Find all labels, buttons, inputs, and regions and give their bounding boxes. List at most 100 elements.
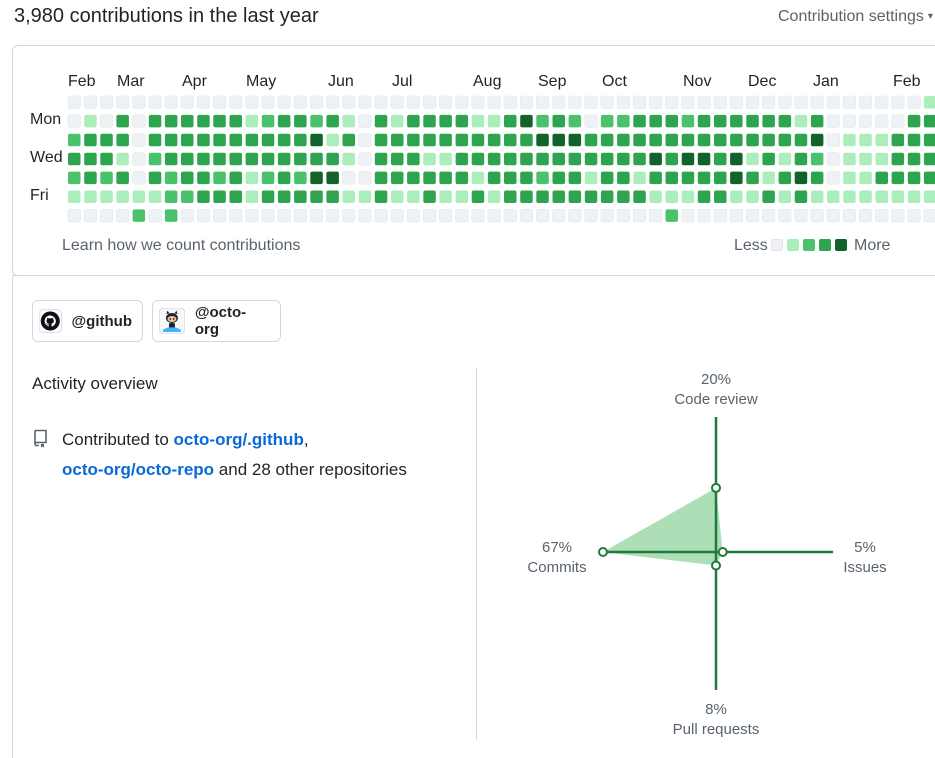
contribution-day-cell[interactable]	[277, 95, 291, 109]
contribution-day-cell[interactable]	[810, 209, 824, 223]
contribution-day-cell[interactable]	[310, 171, 323, 185]
contribution-day-cell[interactable]	[471, 95, 485, 109]
contribution-day-cell[interactable]	[907, 152, 921, 166]
contribution-day-cell[interactable]	[504, 190, 517, 204]
contribution-day-cell[interactable]	[487, 152, 501, 166]
contribution-day-cell[interactable]	[552, 114, 566, 128]
contribution-day-cell[interactable]	[827, 190, 840, 204]
contribution-day-cell[interactable]	[665, 152, 679, 166]
contribution-day-cell[interactable]	[116, 171, 129, 185]
contribution-day-cell[interactable]	[374, 114, 388, 128]
contribution-day-cell[interactable]	[342, 95, 356, 109]
contribution-day-cell[interactable]	[697, 152, 711, 166]
contribution-day-cell[interactable]	[309, 95, 324, 109]
contribution-day-cell[interactable]	[326, 152, 339, 166]
contribution-day-cell[interactable]	[294, 190, 307, 204]
repo-link-octo-repo[interactable]: octo-org/octo-repo	[62, 460, 214, 479]
contribution-day-cell[interactable]	[875, 114, 889, 128]
contribution-day-cell[interactable]	[261, 209, 275, 223]
contribution-day-cell[interactable]	[358, 209, 372, 223]
contribution-day-cell[interactable]	[600, 152, 614, 166]
contribution-day-cell[interactable]	[503, 209, 517, 223]
contribution-day-cell[interactable]	[826, 171, 840, 185]
contribution-day-cell[interactable]	[794, 95, 808, 109]
contribution-day-cell[interactable]	[504, 133, 517, 147]
contribution-day-cell[interactable]	[568, 209, 582, 223]
contribution-day-cell[interactable]	[245, 171, 259, 185]
contribution-day-cell[interactable]	[342, 114, 356, 128]
contribution-day-cell[interactable]	[875, 133, 889, 147]
contribution-day-cell[interactable]	[132, 171, 146, 185]
contribution-day-cell[interactable]	[535, 209, 550, 223]
contribution-day-cell[interactable]	[536, 152, 549, 166]
contribution-day-cell[interactable]	[730, 114, 743, 128]
contribution-day-cell[interactable]	[180, 209, 194, 223]
contribution-day-cell[interactable]	[681, 152, 695, 166]
contribution-day-cell[interactable]	[552, 190, 566, 204]
contribution-day-cell[interactable]	[697, 190, 711, 204]
contribution-day-cell[interactable]	[568, 133, 582, 147]
contribution-day-cell[interactable]	[310, 152, 323, 166]
contribution-day-cell[interactable]	[342, 190, 356, 204]
contribution-day-cell[interactable]	[229, 95, 243, 109]
contribution-day-cell[interactable]	[778, 209, 792, 223]
contribution-day-cell[interactable]	[923, 190, 935, 204]
contribution-day-cell[interactable]	[148, 209, 162, 223]
contribution-day-cell[interactable]	[423, 171, 436, 185]
contribution-day-cell[interactable]	[229, 171, 243, 185]
contribution-day-cell[interactable]	[746, 171, 759, 185]
contribution-day-cell[interactable]	[907, 209, 921, 223]
contribution-day-cell[interactable]	[294, 152, 307, 166]
contribution-day-cell[interactable]	[891, 152, 905, 166]
contribution-day-cell[interactable]	[762, 114, 775, 128]
contribution-day-cell[interactable]	[649, 152, 662, 166]
contribution-day-cell[interactable]	[164, 114, 178, 128]
contribution-day-cell[interactable]	[487, 171, 501, 185]
contribution-day-cell[interactable]	[439, 190, 452, 204]
contribution-day-cell[interactable]	[633, 114, 646, 128]
contribution-day-cell[interactable]	[197, 152, 210, 166]
contribution-day-cell[interactable]	[407, 152, 420, 166]
contribution-day-cell[interactable]	[552, 171, 566, 185]
contribution-day-cell[interactable]	[342, 171, 356, 185]
contribution-day-cell[interactable]	[665, 95, 679, 109]
contribution-day-cell[interactable]	[245, 133, 259, 147]
contribution-day-cell[interactable]	[68, 133, 81, 147]
contribution-day-cell[interactable]	[762, 95, 776, 109]
contribution-day-cell[interactable]	[261, 171, 275, 185]
contribution-day-cell[interactable]	[100, 95, 114, 109]
contribution-day-cell[interactable]	[132, 114, 146, 128]
contribution-day-cell[interactable]	[875, 171, 889, 185]
contribution-day-cell[interactable]	[584, 190, 598, 204]
contribution-day-cell[interactable]	[843, 190, 856, 204]
contribution-day-cell[interactable]	[261, 114, 275, 128]
contribution-day-cell[interactable]	[907, 114, 921, 128]
contribution-day-cell[interactable]	[503, 95, 517, 109]
contribution-day-cell[interactable]	[859, 152, 872, 166]
contribution-day-cell[interactable]	[552, 95, 566, 109]
contribution-day-cell[interactable]	[520, 114, 533, 128]
contribution-day-cell[interactable]	[164, 209, 178, 222]
contribution-day-cell[interactable]	[197, 171, 210, 185]
contribution-day-cell[interactable]	[423, 152, 436, 166]
contribution-day-cell[interactable]	[843, 152, 856, 166]
contribution-day-cell[interactable]	[584, 171, 598, 185]
contribution-day-cell[interactable]	[423, 133, 436, 147]
contribution-day-cell[interactable]	[762, 152, 775, 166]
contribution-day-cell[interactable]	[842, 209, 857, 223]
contribution-day-cell[interactable]	[504, 114, 517, 128]
contribution-day-cell[interactable]	[714, 190, 727, 204]
contribution-day-cell[interactable]	[600, 114, 614, 128]
contribution-day-cell[interactable]	[730, 133, 743, 147]
contribution-day-cell[interactable]	[858, 209, 873, 223]
contribution-day-cell[interactable]	[891, 114, 905, 128]
contribution-day-cell[interactable]	[681, 114, 695, 128]
contribution-day-cell[interactable]	[196, 209, 210, 223]
contribution-day-cell[interactable]	[730, 190, 743, 204]
contribution-day-cell[interactable]	[181, 152, 194, 166]
contribution-day-cell[interactable]	[568, 114, 582, 128]
contribution-day-cell[interactable]	[891, 190, 905, 204]
contribution-day-cell[interactable]	[148, 133, 162, 147]
contribution-day-cell[interactable]	[600, 171, 614, 185]
contribution-day-cell[interactable]	[923, 114, 935, 128]
